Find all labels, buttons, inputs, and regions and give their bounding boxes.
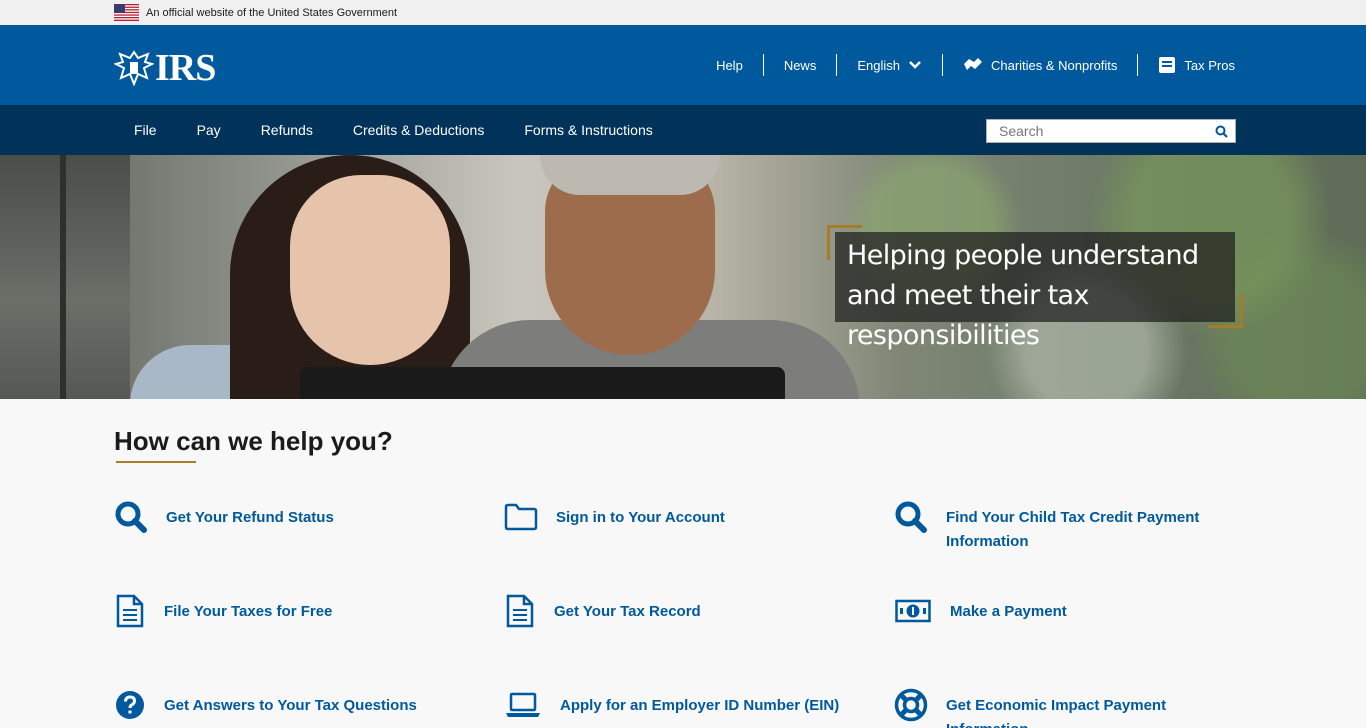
tax-pros-link[interactable]: Tax Pros	[1138, 54, 1235, 76]
tax-pros-label: Tax Pros	[1184, 57, 1235, 73]
hero-caption: Helping people understand and meet their…	[835, 232, 1235, 351]
gov-banner-text: An official website of the United States…	[146, 6, 398, 19]
charities-label: Charities & Nonprofits	[990, 57, 1118, 73]
gov-banner: An official website of the United States…	[0, 0, 1366, 25]
logo-text: IRS	[155, 47, 216, 89]
chevron-down-icon	[909, 61, 921, 69]
tile-child-tax-credit[interactable]: Find Your Child Tax Credit Payment Infor…	[894, 500, 1234, 554]
tile-sign-in[interactable]: Sign in to Your Account	[504, 500, 854, 534]
us-flag-icon	[114, 4, 139, 21]
charities-link[interactable]: Charities & Nonprofits	[943, 54, 1137, 76]
language-selector[interactable]: English	[837, 54, 942, 76]
nav-pay[interactable]: Pay	[177, 122, 241, 138]
main-nav: File Pay Refunds Credits & Deductions Fo…	[0, 105, 1366, 155]
nav-credits-deductions[interactable]: Credits & Deductions	[333, 122, 505, 138]
site-header: IRS Help News English Charities & Nonpro…	[0, 25, 1366, 105]
search-icon	[114, 500, 148, 534]
search-input[interactable]	[987, 120, 1207, 142]
hero-banner: Helping people understand and meet their…	[0, 155, 1366, 399]
question-icon	[114, 688, 146, 722]
news-label: News	[783, 57, 817, 73]
tile-label: Get Economic Impact Payment Information	[946, 697, 1167, 728]
nav-forms-instructions[interactable]: Forms & Instructions	[504, 122, 672, 138]
folder-icon	[504, 500, 538, 534]
money-icon	[894, 594, 932, 628]
title-underline	[116, 461, 196, 463]
irs-logo[interactable]: IRS	[114, 47, 216, 89]
tile-label: Make a Payment	[950, 603, 1067, 620]
hero-photo-shape	[290, 175, 450, 365]
tile-label: Find Your Child Tax Credit Payment Infor…	[946, 509, 1200, 550]
hero-caption-frame: Helping people understand and meet their…	[827, 225, 1243, 351]
book-icon	[1159, 57, 1176, 73]
hero-photo-shape	[300, 367, 785, 399]
tile-file-free[interactable]: File Your Taxes for Free	[114, 594, 444, 628]
help-section: How can we help you? Get Your Refund Sta…	[0, 399, 1366, 728]
tile-ein[interactable]: Apply for an Employer ID Number (EIN)	[504, 688, 854, 722]
tile-tax-record[interactable]: Get Your Tax Record	[504, 594, 854, 628]
search-box	[986, 119, 1236, 143]
search-button[interactable]	[1207, 120, 1235, 142]
nav-refunds[interactable]: Refunds	[241, 122, 333, 138]
lifebuoy-icon	[894, 688, 928, 722]
tile-economic-impact[interactable]: Get Economic Impact Payment Information	[894, 688, 1234, 728]
tile-refund-status[interactable]: Get Your Refund Status	[114, 500, 444, 534]
news-link[interactable]: News	[764, 54, 837, 76]
tile-label: File Your Taxes for Free	[164, 603, 333, 620]
document-icon	[504, 594, 536, 628]
help-label: Help	[716, 57, 743, 73]
tile-label: Sign in to Your Account	[556, 509, 725, 526]
utility-nav: Help News English Charities & Nonprofits…	[716, 25, 1235, 105]
tile-label: Get Answers to Your Tax Questions	[164, 697, 417, 714]
tile-label: Apply for an Employer ID Number (EIN)	[560, 697, 840, 714]
search-icon	[894, 500, 928, 534]
tile-make-payment[interactable]: Make a Payment	[894, 594, 1234, 628]
tile-label: Get Your Refund Status	[166, 509, 334, 526]
hero-background	[60, 155, 66, 399]
tile-tax-questions[interactable]: Get Answers to Your Tax Questions	[114, 688, 444, 722]
laptop-icon	[504, 688, 542, 722]
language-label: English	[857, 57, 900, 73]
hero-photo-shape	[540, 155, 720, 195]
tile-label: Get Your Tax Record	[554, 603, 701, 620]
handshake-icon	[963, 58, 982, 70]
help-title: How can we help you?	[114, 426, 393, 456]
help-link[interactable]: Help	[716, 54, 763, 76]
search-icon	[1215, 125, 1228, 138]
nav-file[interactable]: File	[114, 122, 177, 138]
eagle-icon	[114, 50, 154, 86]
document-icon	[114, 594, 146, 628]
